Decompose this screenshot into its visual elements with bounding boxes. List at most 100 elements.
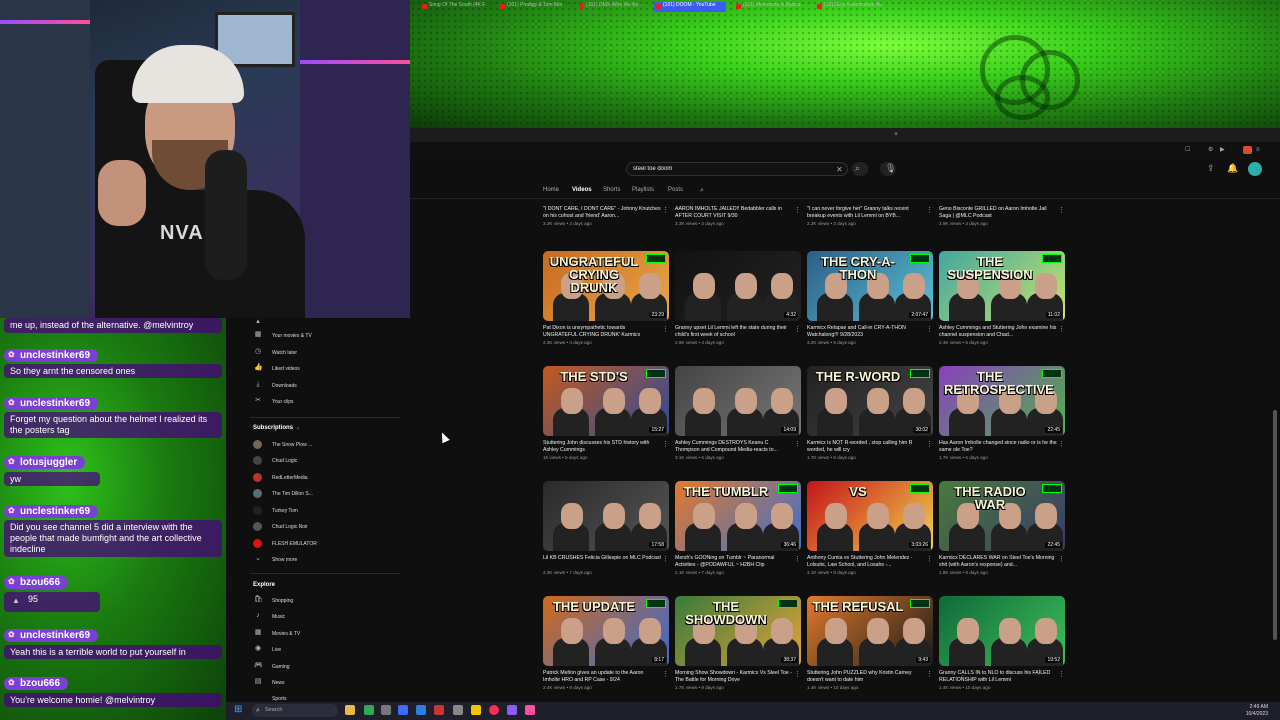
browser-tab-active[interactable]: (101) DOOM - YouTube xyxy=(654,2,726,12)
more-options-icon[interactable]: ⋮ xyxy=(1058,555,1065,563)
video-title[interactable]: Karmicx DECLARES WAR on Steel Toe's Morn… xyxy=(939,555,1057,569)
more-options-icon[interactable]: ⋮ xyxy=(926,555,933,563)
video-title[interactable]: Geno Bisconte GRILLED on Aaron Imholte J… xyxy=(939,206,1057,220)
video-thumbnail[interactable]: 14:09 xyxy=(675,366,801,436)
tab-posts[interactable]: Posts xyxy=(668,187,683,193)
scrollbar[interactable] xyxy=(1273,410,1277,640)
more-options-icon[interactable]: ⋮ xyxy=(926,325,933,333)
clear-search-icon[interactable]: ✕ xyxy=(836,165,843,174)
more-options-icon[interactable]: ⋮ xyxy=(794,440,801,448)
tab-videos[interactable]: Videos xyxy=(572,187,592,193)
file-explorer-icon[interactable] xyxy=(345,705,355,715)
video-title[interactable]: Karmicx Relapse and Call-in CRY-A-THON W… xyxy=(807,325,925,339)
subscription-item[interactable]: Turkey Tom xyxy=(272,508,298,514)
sidebar-item-news[interactable]: News xyxy=(272,680,285,686)
app-icon[interactable] xyxy=(398,705,408,715)
windows-start-icon[interactable]: ⊞ xyxy=(234,705,244,715)
more-options-icon[interactable]: ⋮ xyxy=(794,206,801,214)
sidebar-item-your-movies[interactable]: Your movies & TV xyxy=(272,333,312,339)
video-title[interactable]: Anthony Cumia vs Stuttering John Melende… xyxy=(807,555,925,569)
browser-tab[interactable]: (101) DMX-Who We Be - xyxy=(577,2,645,12)
sidebar-item-gaming[interactable]: Gaming xyxy=(272,664,290,670)
more-options-icon[interactable]: ⋮ xyxy=(662,670,669,678)
more-options-icon[interactable]: ⋮ xyxy=(1058,440,1065,448)
sidebar-item-your-clips[interactable]: Your clips xyxy=(272,399,294,405)
video-thumbnail[interactable]: 19:52 xyxy=(939,596,1065,666)
subscription-item[interactable]: The Tim Dillon S... xyxy=(272,491,313,497)
voice-search-button[interactable]: 🎙 xyxy=(880,162,896,176)
tab-shorts[interactable]: Shorts xyxy=(603,187,620,193)
taskbar-search[interactable]: ⌕ Search xyxy=(252,704,338,717)
extensions-icon[interactable]: ⚙ xyxy=(1208,146,1213,155)
video-thumbnail[interactable]: THE RETROSPECTIVE 22:45 xyxy=(939,366,1065,436)
sidebar-item-live[interactable]: Live xyxy=(272,647,281,653)
tab-home[interactable]: Home xyxy=(543,187,559,193)
twitch-icon[interactable] xyxy=(507,705,517,715)
subscription-item[interactable]: Chud Logic Noir xyxy=(272,524,308,530)
new-tab-icon[interactable]: + xyxy=(894,130,898,139)
app-icon[interactable] xyxy=(381,705,391,715)
video-title[interactable]: Has Aaron Imholte changed since radio or… xyxy=(939,440,1057,454)
app-icon[interactable] xyxy=(453,705,463,715)
video-thumbnail[interactable]: THE RADIO WAR 22:45 xyxy=(939,481,1065,551)
more-options-icon[interactable]: ⋮ xyxy=(1058,325,1065,333)
video-thumbnail[interactable]: VS 3:03:26 xyxy=(807,481,933,551)
search-box[interactable]: ✕ xyxy=(626,162,848,176)
notifications-icon[interactable]: 🔔 xyxy=(1227,164,1238,173)
more-options-icon[interactable]: ⋮ xyxy=(794,325,801,333)
menu-icon[interactable]: ≡ xyxy=(1256,146,1260,155)
search-button[interactable]: ⌕ xyxy=(852,162,868,176)
collapse-icon[interactable]: ▴ xyxy=(254,318,262,326)
search-input[interactable] xyxy=(633,164,823,174)
browser-tab[interactable]: (101) Minnesota is Basica xyxy=(734,2,806,12)
sidebar-item-movies-tv[interactable]: Movies & TV xyxy=(272,631,300,637)
more-options-icon[interactable]: ⋮ xyxy=(794,670,801,678)
subscription-item[interactable]: RedLetterMedia xyxy=(272,475,308,481)
more-options-icon[interactable]: ⋮ xyxy=(1058,670,1065,678)
video-title[interactable]: Lil KB CRUSHES Felicia Gillespie on MLC … xyxy=(543,555,661,562)
video-thumbnail[interactable]: THE TUMBLR 36:46 xyxy=(675,481,801,551)
video-title[interactable]: Ashley Cummings and Stuttering John exam… xyxy=(939,325,1057,339)
video-title[interactable]: Ashley Cummings DESTROYS Keanu C Thompso… xyxy=(675,440,793,454)
more-options-icon[interactable]: ⋮ xyxy=(662,555,669,563)
video-thumbnail[interactable]: THE SUSPENSION 11:02 xyxy=(939,251,1065,321)
bookmark-icon[interactable]: ☐ xyxy=(1185,146,1190,155)
video-thumbnail[interactable]: UNGRATEFUL CRYING DRUNK 23:29 xyxy=(543,251,669,321)
video-thumbnail[interactable]: 17:58 xyxy=(543,481,669,551)
create-icon[interactable]: ⇪ xyxy=(1207,164,1215,173)
tab-playlists[interactable]: Playlists xyxy=(632,187,654,193)
sidebar-item-watch-later[interactable]: Watch later xyxy=(272,350,297,356)
channel-search-icon[interactable]: ⌕ xyxy=(700,186,704,195)
video-thumbnail[interactable]: THE REFUSAL 9:43 xyxy=(807,596,933,666)
video-title[interactable]: Granny CALLS IN to NLO to discuss his FA… xyxy=(939,670,1057,684)
more-options-icon[interactable]: ⋮ xyxy=(662,206,669,214)
more-options-icon[interactable]: ⋮ xyxy=(926,670,933,678)
video-thumbnail[interactable]: THE CRY-A-THON 2:07:47 xyxy=(807,251,933,321)
video-thumbnail[interactable]: THE SHOWDOWN 38:37 xyxy=(675,596,801,666)
app-icon[interactable] xyxy=(434,705,444,715)
video-title[interactable]: Karmicx is NOT R-worded , stop calling h… xyxy=(807,440,925,454)
more-options-icon[interactable]: ⋮ xyxy=(662,440,669,448)
browser-tab[interactable]: (101) Prodigy & Tom Mor xyxy=(498,2,568,12)
show-more-button[interactable]: Show more xyxy=(272,557,297,563)
more-options-icon[interactable]: ⋮ xyxy=(926,206,933,214)
video-title[interactable]: AARON IMHOLTE JAILED!! Bedabbler calls i… xyxy=(675,206,793,220)
sidebar-item-shopping[interactable]: Shopping xyxy=(272,598,293,604)
video-title[interactable]: Stuttering John discusses his STD histor… xyxy=(543,440,661,454)
video-title[interactable]: Mersh's GOONing on Tumblr ~ Paranormal A… xyxy=(675,555,793,569)
subscription-item[interactable]: FLESH EMULATOR xyxy=(272,541,317,547)
sidebar-item-music[interactable]: Music xyxy=(272,614,285,620)
video-thumbnail[interactable]: THE STD'S 15:27 xyxy=(543,366,669,436)
more-options-icon[interactable]: ⋮ xyxy=(794,555,801,563)
video-title[interactable]: "I DONT CARE, I DONT CARE" - Johnny Knut… xyxy=(543,206,661,220)
steam-icon[interactable] xyxy=(416,705,426,715)
video-title[interactable]: "I can never forgive her" Granny talks r… xyxy=(807,206,925,220)
subscription-item[interactable]: The Snow Plow ... xyxy=(272,442,312,448)
video-title[interactable]: Granny upset Lil Lemmi left the state du… xyxy=(675,325,793,339)
play-icon[interactable]: ▶ xyxy=(1220,146,1225,155)
sidebar-item-downloads[interactable]: Downloads xyxy=(272,383,297,389)
more-options-icon[interactable]: ⋮ xyxy=(926,440,933,448)
subscription-item[interactable]: Chud Logic xyxy=(272,458,297,464)
app-icon[interactable] xyxy=(525,705,535,715)
profile-icon[interactable] xyxy=(1243,146,1252,154)
